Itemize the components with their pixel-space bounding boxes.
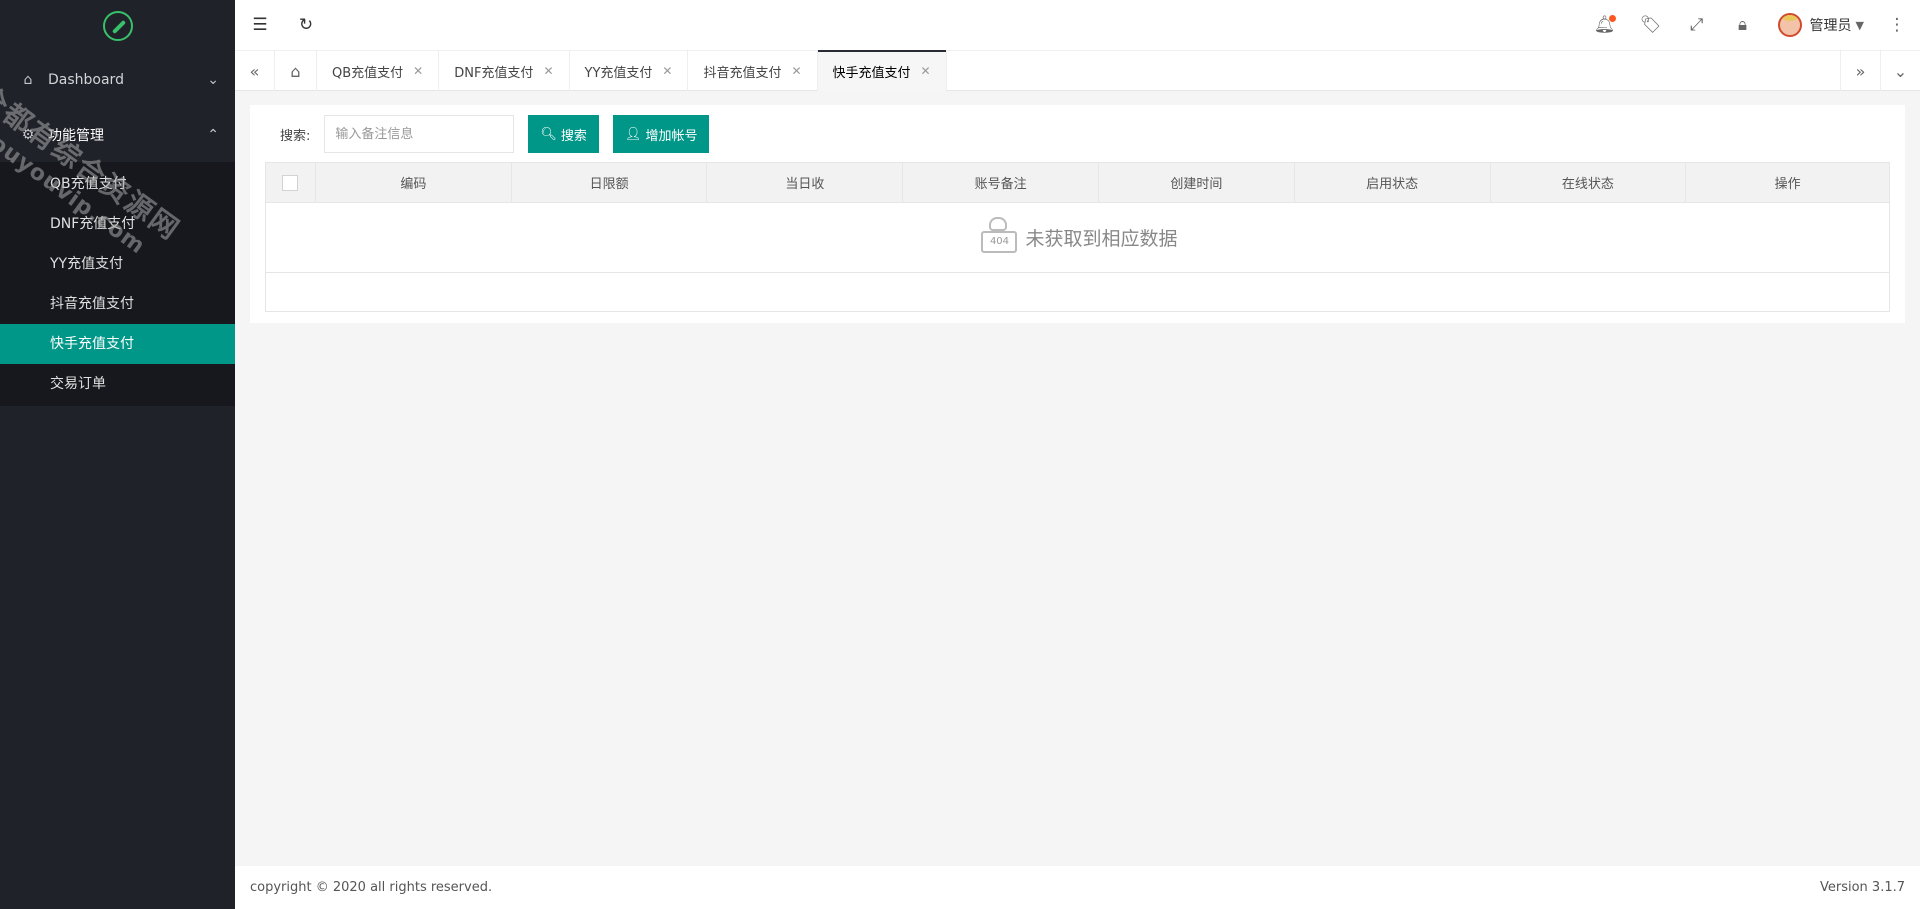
sidebar: ⌂ Dashboard ⌄ ⚙ 功能管理 ⌃ QB充值支付 DNF充值支付 YY… — [0, 0, 235, 909]
chevron-up-icon: ⌃ — [207, 126, 219, 143]
top-header: ☰ ↻ 🔔︎ 🏷︎ ⤢ 🔒︎ 管理员 ▼ ⋮ — [235, 0, 1920, 50]
sidebar-item-qb-recharge[interactable]: QB充值支付 — [0, 164, 235, 204]
header-right-tools: 🔔︎ 🏷︎ ⤢ 🔒︎ 管理员 ▼ ⋮ — [1582, 0, 1920, 50]
caret-down-icon: ▼ — [1855, 18, 1864, 32]
empty-state: 404 未获取到相应数据 — [266, 203, 1889, 273]
column-header-created-time[interactable]: 创建时间 — [1099, 163, 1295, 202]
sidebar-group-label: Dashboard — [48, 71, 124, 88]
more-vertical-icon: ⋮ — [1888, 15, 1906, 35]
version-text: Version 3.1.7 — [1819, 880, 1905, 895]
sidebar-group-dashboard[interactable]: ⌂ Dashboard ⌄ — [0, 52, 235, 107]
add-account-button[interactable]: 👤︎ 增加帐号 — [612, 115, 710, 153]
search-input[interactable] — [324, 115, 515, 153]
tab-dnf-recharge[interactable]: DNF充值支付 ✕ — [439, 51, 570, 91]
fullscreen-button[interactable]: ⤢ — [1674, 0, 1720, 50]
search-button-label: 搜索 — [560, 128, 587, 144]
tabs-scroll-left-button[interactable]: « — [235, 51, 275, 91]
sidebar-item-kuaishou-recharge[interactable]: 快手充值支付 — [0, 324, 235, 364]
empty-state-text: 未获取到相应数据 — [1025, 228, 1178, 250]
tab-label: QB充值支付 — [332, 65, 404, 81]
refresh-icon: ↻ — [298, 15, 314, 35]
column-header-daily-limit[interactable]: 日限额 — [512, 163, 708, 202]
tabs-scroll-right-button[interactable]: » — [1840, 51, 1880, 91]
tag-icon: 🏷︎ — [1639, 15, 1662, 35]
tab-label: 快手充值支付 — [832, 65, 911, 81]
search-button[interactable]: 🔍︎ 搜索 — [528, 115, 599, 153]
sidebar-submenu: QB充值支付 DNF充值支付 YY充值支付 抖音充值支付 快手充值支付 交易订单 — [0, 162, 235, 406]
tabs-dropdown-button[interactable]: ⌄ — [1880, 51, 1920, 91]
column-header-account-note[interactable]: 账号备注 — [903, 163, 1099, 202]
sidebar-item-yy-recharge[interactable]: YY充值支付 — [0, 244, 235, 284]
refresh-button[interactable]: ↻ — [283, 0, 329, 50]
rocket-logo-icon — [102, 11, 133, 41]
home-icon: ⌂ — [290, 61, 301, 81]
sidebar-item-orders[interactable]: 交易订单 — [0, 364, 235, 404]
lock-screen-button[interactable]: 🔒︎ — [1720, 0, 1766, 50]
main-card: 搜索: 🔍︎ 搜索 👤︎ 增加帐号 编码 日限额 当日收 账号备注 创建时间 启… — [250, 105, 1905, 323]
chevron-down-icon: ⌄ — [207, 71, 219, 88]
search-icon: 🔍︎ — [540, 126, 557, 142]
close-icon[interactable]: ✕ — [791, 64, 801, 78]
tab-yy-recharge[interactable]: YY充值支付 ✕ — [570, 51, 689, 91]
gear-icon: ⚙ — [21, 126, 35, 143]
sidebar-group-feature-management[interactable]: ⚙ 功能管理 ⌃ — [0, 107, 235, 162]
close-icon[interactable]: ✕ — [662, 64, 672, 78]
double-chevron-left-icon: « — [249, 61, 260, 81]
add-user-icon: 👤︎ — [624, 126, 642, 142]
notification-dot — [1608, 15, 1616, 22]
table-footer — [266, 273, 1889, 311]
collapse-menu-button[interactable]: ☰ — [237, 0, 283, 50]
column-header-online-status[interactable]: 在线状态 — [1491, 163, 1687, 202]
logo[interactable] — [0, 0, 235, 52]
select-all-cell — [266, 163, 316, 202]
add-account-button-label: 增加帐号 — [645, 128, 698, 144]
tag-button[interactable]: 🏷︎ — [1628, 0, 1674, 50]
copyright-text: copyright © 2020 all rights reserved. — [250, 880, 493, 895]
close-icon[interactable]: ✕ — [543, 64, 553, 78]
avatar — [1777, 13, 1802, 37]
tabs-bar: « ⌂ QB充值支付 ✕ DNF充值支付 ✕ YY充值支付 ✕ 抖音充值支付 ✕… — [235, 50, 1920, 91]
tab-qb-recharge[interactable]: QB充值支付 ✕ — [317, 51, 440, 91]
table-header: 编码 日限额 当日收 账号备注 创建时间 启用状态 在线状态 操作 — [266, 163, 1889, 203]
sidebar-group-label: 功能管理 — [48, 127, 104, 144]
lock-icon: 🔒︎ — [1738, 15, 1748, 35]
search-toolbar: 搜索: 🔍︎ 搜索 👤︎ 增加帐号 — [280, 115, 710, 153]
accounts-table: 编码 日限额 当日收 账号备注 创建时间 启用状态 在线状态 操作 404 未获… — [265, 162, 1890, 312]
column-header-actions: 操作 — [1774, 177, 1801, 192]
close-icon[interactable]: ✕ — [921, 64, 931, 78]
fullscreen-icon: ⤢ — [1689, 15, 1704, 35]
home-icon: ⌂ — [23, 71, 33, 88]
column-header-enabled-status[interactable]: 启用状态 — [1295, 163, 1491, 202]
search-label: 搜索: — [280, 128, 311, 144]
double-chevron-right-icon: » — [1855, 61, 1866, 81]
sidebar-item-dnf-recharge[interactable]: DNF充值支付 — [0, 204, 235, 244]
notification-button[interactable]: 🔔︎ — [1582, 0, 1628, 50]
user-name: 管理员 — [1809, 18, 1852, 34]
tab-label: DNF充值支付 — [454, 65, 534, 81]
tab-home[interactable]: ⌂ — [275, 51, 317, 91]
more-button[interactable]: ⋮ — [1874, 0, 1920, 50]
select-all-checkbox[interactable] — [282, 174, 299, 191]
column-header-today-received[interactable]: 当日收 — [707, 163, 904, 202]
tab-douyin-recharge[interactable]: 抖音充值支付 ✕ — [688, 51, 818, 91]
tab-label: YY充值支付 — [584, 65, 653, 81]
chevron-down-icon: ⌄ — [1893, 61, 1908, 81]
column-header-code[interactable]: 编码 — [316, 163, 512, 202]
menu-fold-icon: ☰ — [252, 15, 268, 35]
empty-data-icon: 404 — [977, 215, 1021, 261]
page-footer: copyright © 2020 all rights reserved. Ve… — [235, 866, 1920, 909]
sidebar-item-douyin-recharge[interactable]: 抖音充值支付 — [0, 284, 235, 324]
close-icon[interactable]: ✕ — [413, 64, 423, 78]
user-menu[interactable]: 管理员 ▼ — [1766, 0, 1874, 50]
tab-kuaishou-recharge[interactable]: 快手充值支付 ✕ — [817, 50, 947, 91]
tab-label: 抖音充值支付 — [703, 65, 782, 81]
tabs-right-controls: » ⌄ — [1840, 51, 1920, 91]
